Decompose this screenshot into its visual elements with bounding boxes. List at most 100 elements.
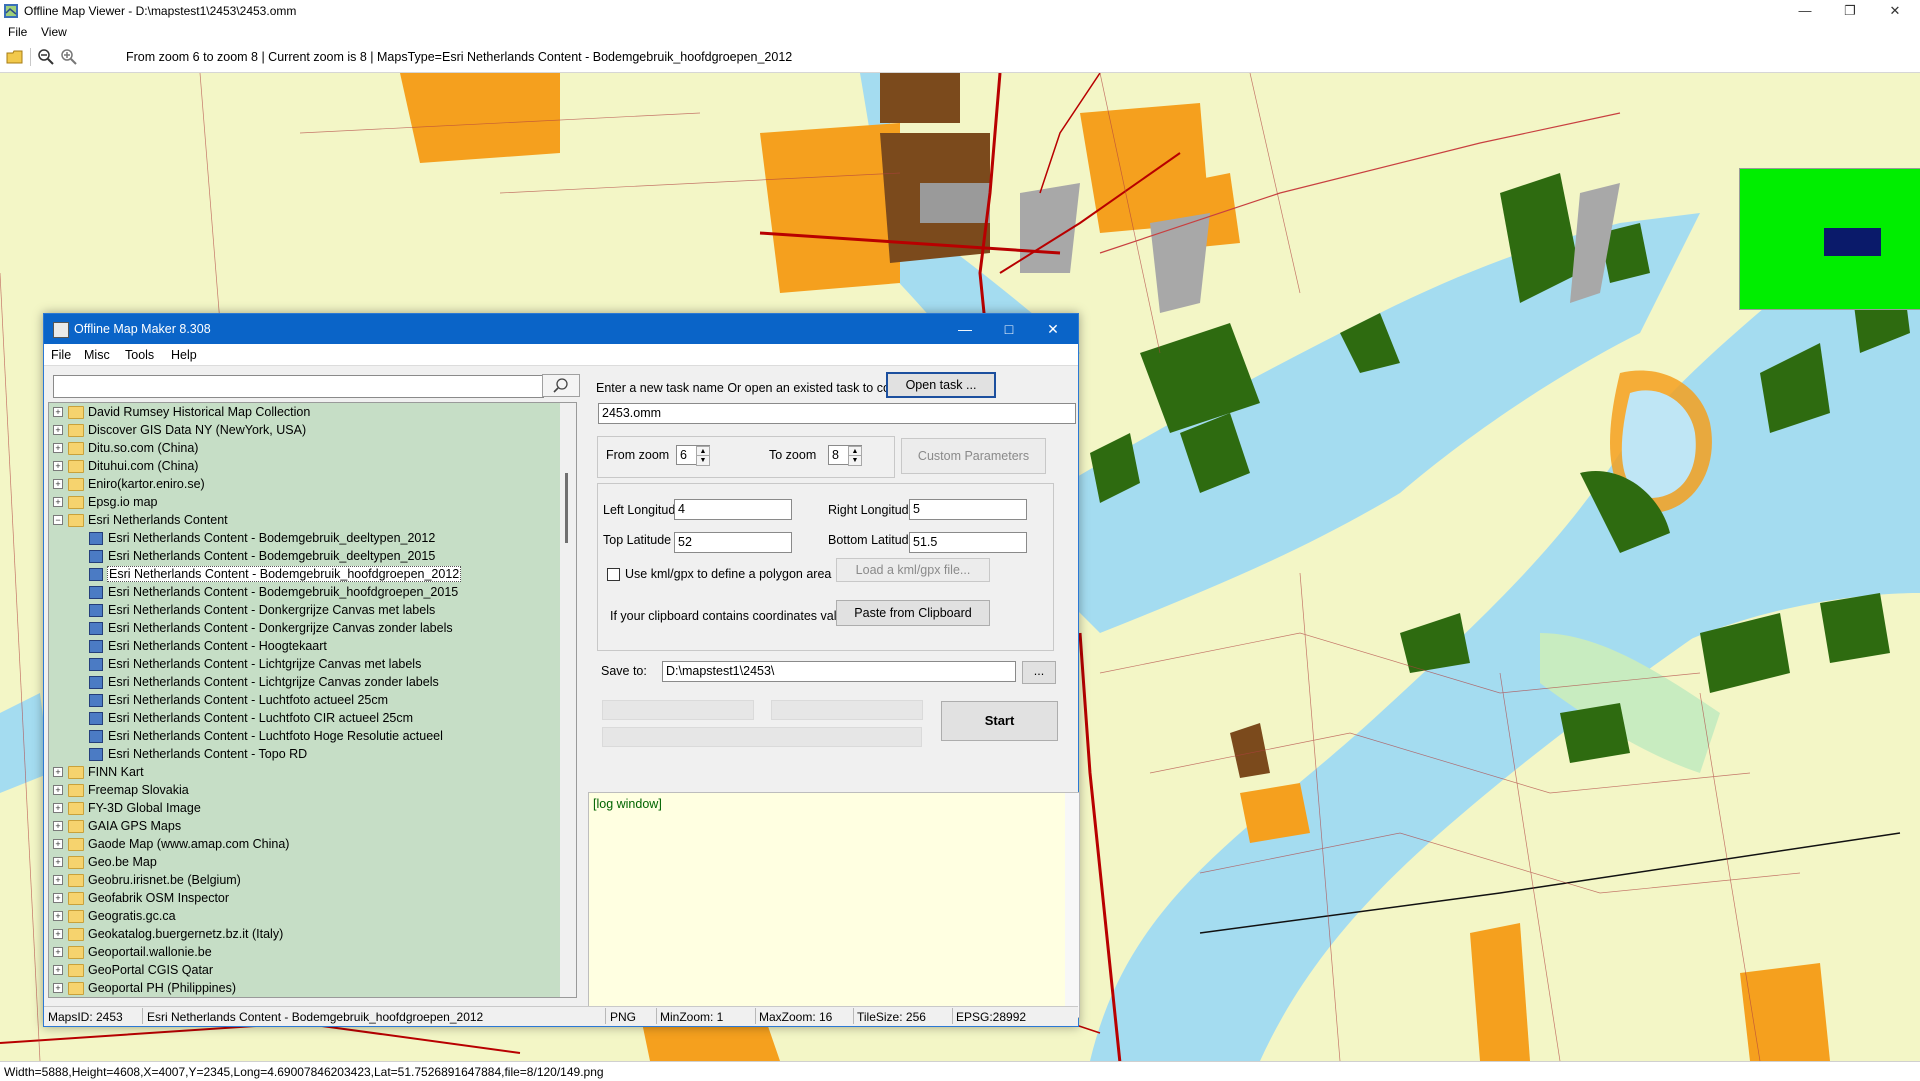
tree-folder-item[interactable]: + Discover GIS Data NY (NewYork, USA) [49,421,559,439]
tree-folder-item[interactable]: + Dituhui.com (China) [49,457,559,475]
dialog-close-button[interactable]: ✕ [1031,314,1075,344]
expand-icon[interactable]: + [53,983,63,993]
collapse-icon[interactable]: − [53,515,63,525]
expand-icon[interactable]: + [53,425,63,435]
tree-folder-item[interactable]: + Geokatalog.buergernetz.bz.it (Italy) [49,925,559,943]
left-longitude-input[interactable]: 4 [674,499,792,520]
overview-minimap[interactable] [1739,168,1920,310]
menu-view[interactable]: View [41,25,67,39]
search-button[interactable] [542,374,580,397]
tree-map-item[interactable]: Esri Netherlands Content - Lichtgrijze C… [49,655,559,673]
expand-icon[interactable]: + [53,803,63,813]
paste-clipboard-button[interactable]: Paste from Clipboard [836,600,990,626]
browse-button[interactable]: ... [1022,661,1056,684]
tree-folder-item[interactable]: + Epsg.io map [49,493,559,511]
restore-button[interactable]: ❐ [1827,0,1873,22]
expand-icon[interactable]: + [53,785,63,795]
map-source-tree[interactable]: + David Rumsey Historical Map Collection +… [48,402,577,998]
start-button[interactable]: Start [941,701,1058,741]
folder-icon [68,442,84,455]
dialog-menu-misc[interactable]: Misc [84,348,110,362]
expand-icon[interactable]: + [53,875,63,885]
right-longitude-input[interactable]: 5 [909,499,1027,520]
load-kml-button[interactable]: Load a kml/gpx file... [836,558,990,582]
tree-item-label: Geofabrik OSM Inspector [88,891,230,905]
tree-map-item[interactable]: Esri Netherlands Content - Bodemgebruik_… [49,547,559,565]
tree-scroll-thumb[interactable] [565,473,568,543]
tree-folder-item[interactable]: + Gaode Map (www.amap.com China) [49,835,559,853]
open-task-button[interactable]: Open task ... [886,372,996,398]
minimap-viewport[interactable] [1824,228,1881,256]
expand-icon[interactable]: + [53,911,63,921]
tree-folder-item[interactable]: + Geofabrik OSM Inspector [49,889,559,907]
tree-folder-item[interactable]: + Geobru.irisnet.be (Belgium) [49,871,559,889]
top-latitude-input[interactable]: 52 [674,532,792,553]
tree-folder-item[interactable]: + FY-3D Global Image [49,799,559,817]
close-button[interactable]: ✕ [1872,0,1918,22]
tree-item-label: Esri Netherlands Content - Bodemgebruik_… [108,549,436,563]
expand-icon[interactable]: + [53,947,63,957]
minimize-button[interactable]: — [1782,0,1828,22]
expand-icon[interactable]: + [53,965,63,975]
tree-map-item[interactable]: Esri Netherlands Content - Donkergrijze … [49,601,559,619]
viewer-status-bar: Width=5888,Height=4608,X=4007,Y=2345,Lon… [0,1061,1920,1081]
dialog-menu-help[interactable]: Help [171,348,197,362]
from-zoom-down-icon[interactable]: ▼ [696,455,710,466]
tree-folder-item[interactable]: + GeoPortal CGIS Qatar [49,961,559,979]
from-zoom-label: From zoom [606,448,670,462]
tree-map-item[interactable]: Esri Netherlands Content - Bodemgebruik_… [49,529,559,547]
custom-parameters-button[interactable]: Custom Parameters [901,438,1046,474]
dialog-maximize-button[interactable]: □ [987,314,1031,344]
tree-item-label: Freemap Slovakia [88,783,189,797]
dialog-menu-bar: File Misc Tools Help [44,344,1078,366]
zoom-out-icon[interactable] [37,48,55,66]
expand-icon[interactable]: + [53,821,63,831]
open-folder-icon[interactable] [6,48,24,66]
expand-icon[interactable]: + [53,479,63,489]
tree-folder-item[interactable]: + Eniro(kartor.eniro.se) [49,475,559,493]
tree-folder-item[interactable]: + Ditu.so.com (China) [49,439,559,457]
expand-icon[interactable]: + [53,497,63,507]
expand-icon[interactable]: + [53,929,63,939]
task-name-input[interactable]: 2453.omm [598,403,1076,424]
dialog-minimize-button[interactable]: — [943,314,987,344]
expand-icon[interactable]: + [53,767,63,777]
tree-folder-item[interactable]: + Geogratis.gc.ca [49,907,559,925]
tree-scrollbar[interactable] [560,403,576,997]
log-scrollbar[interactable] [1065,793,1079,1017]
expand-icon[interactable]: + [53,443,63,453]
tree-map-item[interactable]: Esri Netherlands Content - Lichtgrijze C… [49,673,559,691]
tree-map-item[interactable]: Esri Netherlands Content - Bodemgebruik_… [49,565,559,583]
tree-map-item[interactable]: Esri Netherlands Content - Luchtfoto act… [49,691,559,709]
tree-folder-item[interactable]: + Freemap Slovakia [49,781,559,799]
expand-icon[interactable]: + [53,839,63,849]
kml-checkbox[interactable] [607,568,620,581]
expand-icon[interactable]: + [53,893,63,903]
tree-folder-item[interactable]: + FINN Kart [49,763,559,781]
expand-icon[interactable]: + [53,857,63,867]
map-search-input[interactable] [53,375,544,398]
save-path-input[interactable]: D:\mapstest1\2453\ [662,661,1016,682]
tree-folder-item[interactable]: − Esri Netherlands Content [49,511,559,529]
tree-folder-item[interactable]: + Geoportal PH (Philippines) [49,979,559,997]
menu-file[interactable]: File [8,25,27,39]
zoom-in-icon[interactable] [60,48,78,66]
tree-folder-item[interactable]: + David Rumsey Historical Map Collection [49,403,559,421]
tree-map-item[interactable]: Esri Netherlands Content - Donkergrijze … [49,619,559,637]
tree-map-item[interactable]: Esri Netherlands Content - Topo RD [49,745,559,763]
tree-map-item[interactable]: Esri Netherlands Content - Luchtfoto Hog… [49,727,559,745]
tree-folder-item[interactable]: + Geoportail.wallonie.be [49,943,559,961]
dialog-menu-tools[interactable]: Tools [125,348,154,362]
tree-folder-item[interactable]: + Geo.be Map [49,853,559,871]
expand-icon[interactable]: + [53,407,63,417]
tree-item-label: Esri Netherlands Content - Bodemgebruik_… [108,585,459,599]
tree-map-item[interactable]: Esri Netherlands Content - Hoogtekaart [49,637,559,655]
dialog-menu-file[interactable]: File [51,348,71,362]
log-window[interactable]: [log window] [588,792,1080,1018]
to-zoom-down-icon[interactable]: ▼ [848,455,862,466]
tree-map-item[interactable]: Esri Netherlands Content - Bodemgebruik_… [49,583,559,601]
tree-folder-item[interactable]: + GAIA GPS Maps [49,817,559,835]
bottom-latitude-input[interactable]: 51.5 [909,532,1027,553]
expand-icon[interactable]: + [53,461,63,471]
tree-map-item[interactable]: Esri Netherlands Content - Luchtfoto CIR… [49,709,559,727]
